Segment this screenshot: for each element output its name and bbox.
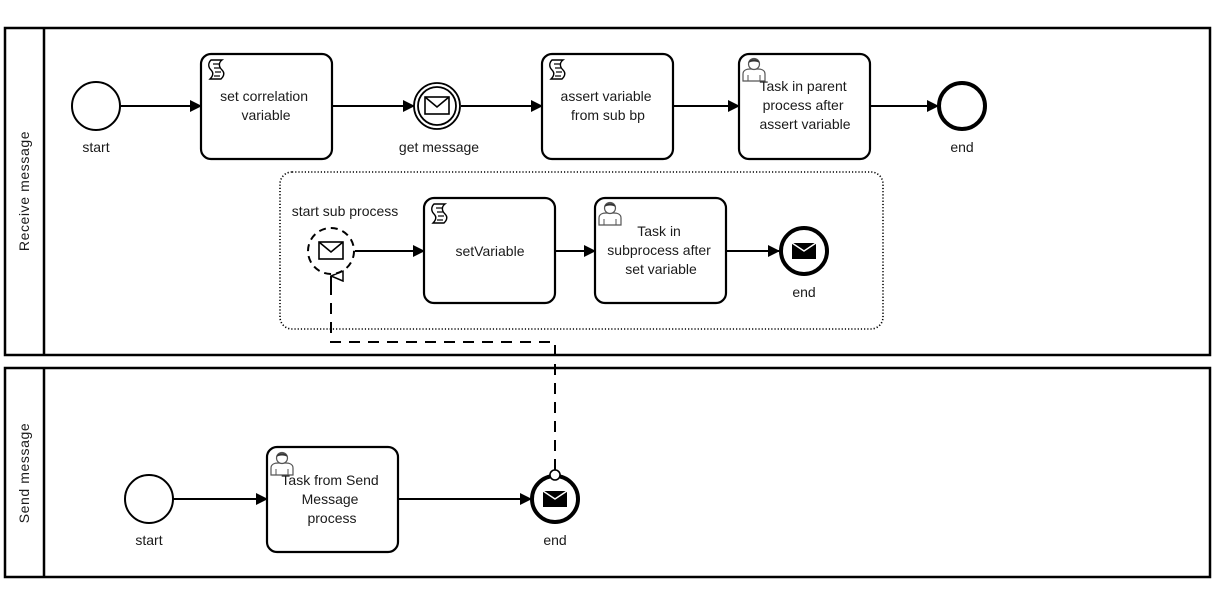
task-label-line: subprocess after: [607, 242, 711, 258]
end-event-label: end: [950, 139, 973, 155]
event-label: get message: [399, 139, 479, 155]
task-label-line: set variable: [625, 261, 697, 277]
task-label-line: process: [307, 510, 356, 526]
task-label-line: process after: [763, 97, 844, 113]
task-label-line: assert variable: [759, 116, 850, 132]
task-label-line: Task in parent: [759, 78, 846, 94]
task-set-correlation-variable[interactable]: set correlation variable: [199, 52, 334, 161]
start-event-label: start: [135, 532, 162, 548]
pool-label-receive-message: Receive message: [16, 131, 32, 251]
task-label-line: setVariable: [455, 243, 524, 259]
end-event-label: end: [792, 284, 815, 300]
task-label-line: from sub bp: [571, 107, 645, 123]
end-event-label: end: [543, 532, 566, 548]
envelope-filled-icon: [542, 490, 568, 507]
pool-label-send-message: Send message: [16, 423, 32, 524]
task-assert-variable[interactable]: assert variable from sub bp: [540, 52, 675, 161]
start-sub-process-label: start sub process: [292, 203, 399, 219]
envelope-icon: [424, 96, 450, 115]
task-label-line: Task from Send: [281, 472, 378, 488]
envelope-icon: [318, 241, 344, 260]
task-set-variable[interactable]: setVariable: [422, 196, 557, 305]
user-task-subprocess[interactable]: Task in subprocess after set variable: [593, 196, 728, 305]
envelope-filled-icon: [791, 242, 817, 259]
task-label-line: Task in: [637, 223, 681, 239]
user-task-send-message[interactable]: Task from Send Message process: [265, 445, 400, 554]
task-label-line: set correlation: [220, 88, 308, 104]
user-task-parent[interactable]: Task in parent process after assert vari…: [737, 52, 872, 161]
pool-send-message[interactable]: Send message: [3, 366, 1212, 579]
task-label-line: Message: [302, 491, 359, 507]
bpmn-canvas: Receive message Send message start set c…: [3, 26, 1212, 579]
start-event-label: start: [82, 139, 109, 155]
task-label-line: assert variable: [561, 88, 652, 104]
task-label-line: variable: [241, 107, 290, 123]
svg-text:Task in parent process a: Task in parent process after assert vari…: [759, 78, 850, 132]
svg-text:setVariable: setVariable: [455, 243, 524, 259]
